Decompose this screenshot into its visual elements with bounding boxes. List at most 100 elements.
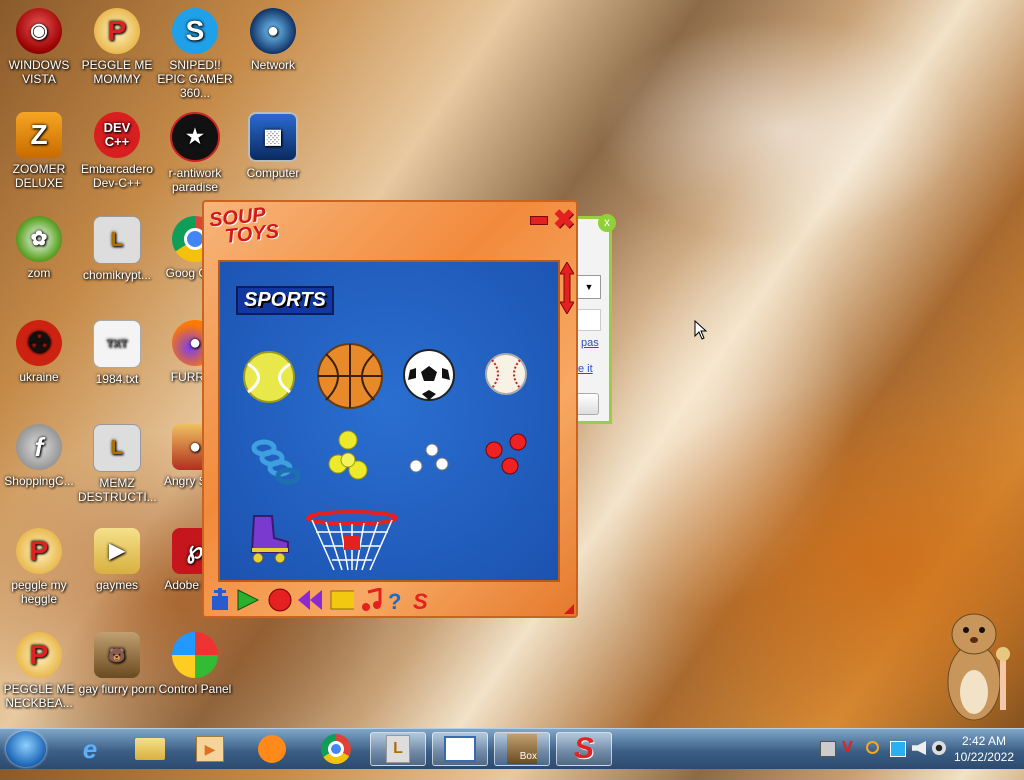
desktop-icon-sniped[interactable]: S SNIPED!! EPIC GAMER 360... [156,8,234,100]
desktop-icon-peggle-neckbeard[interactable]: P PEGGLE ME NECKBEA... [0,632,78,710]
tennis-ball-toy[interactable] [242,350,296,404]
spring-toy[interactable] [248,434,302,488]
panel-button[interactable] [578,393,599,415]
soup-toys-window: SOUP TOYS ✖ SPORTS ? S [202,200,578,618]
baseball-toy[interactable] [484,352,528,396]
control-panel-icon [172,632,218,678]
desktop-icon-memz[interactable]: L MEMZ DESTRUCTI... [78,424,157,504]
devcpp-icon: DEV C++ [94,112,140,158]
system-clock[interactable]: 2:42 AM 10/22/2022 [954,733,1014,765]
basketball-toy[interactable] [316,342,384,410]
icon-label: WINDOWS VISTA [8,58,70,86]
taskbar-uc-browser[interactable] [244,732,300,766]
red-balls-toy[interactable] [482,432,534,478]
soup-toolbar: ? S [208,588,438,614]
icon-label: peggle my heggle [11,578,67,606]
antiwork-icon: ★ [170,112,220,162]
icon-label: PEGGLE ME NECKBEA... [3,682,75,710]
panel-close-button[interactable]: x [598,214,616,232]
taskbar: e ▶ L Box S V 2:42 AM 10/22/2022 [0,728,1024,769]
mouse-cursor-icon [694,320,708,340]
panel-link-1[interactable]: pas [581,337,599,349]
desktop-icon-peggle-me-mommy[interactable]: P PEGGLE ME MOMMY [78,8,156,86]
taskbar-media-player[interactable]: ▶ [182,732,238,766]
tray-v-icon[interactable]: V [842,740,856,756]
desktop-icon-antiwork[interactable]: ★ r-antiwork paradise [156,112,234,194]
roller-skate-toy[interactable] [242,512,294,564]
start-button[interactable] [6,731,46,767]
category-scroll-arrow[interactable] [560,262,574,314]
music-tool-icon[interactable] [360,588,384,612]
icon-label: zom [27,266,51,280]
tray-volume-icon[interactable] [912,741,926,755]
soup-logo-tool-icon[interactable]: S [410,588,434,612]
desktop-icon-gaymes[interactable]: ▶ gaymes [78,528,156,592]
text-file-icon: TXT [93,320,141,368]
icon-label: gay fiurry porn [78,682,156,696]
help-tool-icon[interactable]: ? [384,588,408,612]
desktop-icon-control-panel[interactable]: Control Panel [156,632,234,696]
soccer-ball-toy[interactable] [402,348,456,402]
minimize-button[interactable] [530,216,548,225]
flower-icon: ✿ [16,216,62,262]
desktop-icon-ukraine[interactable]: ☢ ukraine [0,320,78,384]
desktop-icon-zoomer-deluxe[interactable]: Z ZOOMER DELUXE [0,112,78,190]
desktop-icon-computer[interactable]: ▩ Computer [234,112,312,180]
svg-text:S: S [413,589,428,612]
taskbar-ie[interactable]: e [62,732,118,766]
resize-grip[interactable] [564,604,574,614]
taskbar-chrome[interactable] [308,732,364,766]
close-button[interactable]: ✖ [553,204,575,235]
taskbar-notepad-window[interactable] [432,732,488,766]
icon-label: ShoppingC... [4,474,74,488]
rewind-tool-icon[interactable] [298,588,322,612]
desktop-icon-chomikrypt[interactable]: L chomikrypt... [78,216,156,282]
desktop-icon-network[interactable]: ● Network [234,8,312,72]
tray-search-icon[interactable] [866,741,879,754]
icon-label: Control Panel [158,682,232,696]
taskbar-bonzi-box[interactable]: Box [494,732,550,766]
skype-icon: S [172,8,218,54]
panel-link-2[interactable]: e it [578,363,593,375]
vista-helmet-icon: ◉ [16,8,62,54]
tray-display-icon[interactable] [890,741,906,757]
lnk-file-icon: L [93,216,141,264]
uc-browser-icon [258,735,286,763]
panel-input[interactable] [578,309,601,331]
icon-label: chomikrypt... [82,268,151,282]
notepad-window-icon [444,736,476,762]
flash-icon: f [16,424,62,470]
taskbar-soup-toys[interactable]: S [556,732,612,766]
white-balls-toy[interactable] [406,440,452,476]
record-tool-icon[interactable] [268,588,292,612]
desktop-pet-hamster-icon[interactable] [940,600,1020,728]
desktop-icon-bonzi-box[interactable]: 🐻 gay fiurry porn [78,632,156,696]
desktop-icon-devcpp[interactable]: DEV C++ Embarcadero Dev-C++ [78,112,156,190]
category-title: SPORTS [236,286,334,315]
play-tool-icon[interactable] [236,588,260,612]
pump-tool-icon[interactable] [208,588,232,612]
tray-record-icon[interactable] [932,741,946,755]
bonzi-box-icon: 🐻 [94,632,140,678]
icon-label: r-antiwork paradise [168,166,222,194]
yellow-balls-toy[interactable] [326,430,370,484]
taskbar-lnk-app[interactable]: L [370,732,426,766]
computer-icon: ▩ [248,112,298,162]
tray-network-icon[interactable] [820,741,836,757]
desktop-icon-1984-txt[interactable]: TXT 1984.txt [78,320,156,386]
background-panel: ▼ pas e it [578,216,612,424]
basketball-hoop-toy[interactable] [306,510,398,576]
desktop-icon-shoppingc[interactable]: f ShoppingC... [0,424,78,488]
stop-tool-icon[interactable] [330,588,354,612]
ie-icon: e [82,733,98,764]
peggle-icon: P [94,8,140,54]
taskbar-explorer[interactable] [122,732,178,766]
panel-dropdown[interactable]: ▼ [578,275,601,299]
toy-play-area[interactable]: SPORTS [218,260,560,582]
bonzi-box-icon: Box [507,734,537,764]
desktop-icon-windows-vista[interactable]: ◉ WINDOWS VISTA [0,8,78,86]
clock-time: 2:42 AM [961,734,1006,748]
desktop-icon-peggle-my-heggle[interactable]: P peggle my heggle [0,528,78,606]
lnk-app-icon: L [386,735,410,763]
desktop-icon-zom[interactable]: ✿ zom [0,216,78,280]
